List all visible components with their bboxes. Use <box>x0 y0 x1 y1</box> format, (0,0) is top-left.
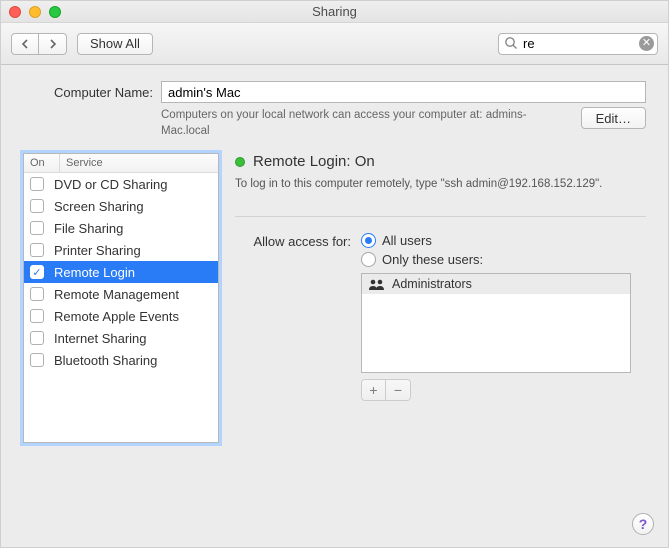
status-indicator-icon <box>235 157 245 167</box>
service-label: Remote Management <box>54 287 179 302</box>
radio-only-users[interactable]: Only these users: <box>361 252 483 267</box>
column-header-on: On <box>24 154 60 172</box>
list-item[interactable]: Administrators <box>362 274 630 294</box>
clear-search-button[interactable]: ✕ <box>639 36 654 51</box>
service-label: Printer Sharing <box>54 243 141 258</box>
computer-name-label: Computer Name: <box>23 85 153 100</box>
service-label: Bluetooth Sharing <box>54 353 157 368</box>
service-checkbox[interactable] <box>30 243 44 257</box>
service-checkbox[interactable] <box>30 331 44 345</box>
show-all-button[interactable]: Show All <box>77 33 153 55</box>
service-checkbox[interactable] <box>30 287 44 301</box>
search-input[interactable] <box>498 33 658 55</box>
status-instruction: To log in to this computer remotely, typ… <box>235 178 646 190</box>
remove-user-button[interactable]: − <box>386 380 410 400</box>
search-icon <box>504 36 518 53</box>
service-row[interactable]: Bluetooth Sharing <box>24 349 218 371</box>
divider <box>235 216 646 217</box>
service-checkbox[interactable]: ✓ <box>30 265 44 279</box>
service-checkbox[interactable] <box>30 199 44 213</box>
users-icon <box>368 278 386 290</box>
back-button[interactable] <box>11 33 39 55</box>
radio-icon <box>361 252 376 267</box>
service-label: DVD or CD Sharing <box>54 177 167 192</box>
help-button[interactable]: ? <box>632 513 654 535</box>
service-row[interactable]: Internet Sharing <box>24 327 218 349</box>
chevron-left-icon <box>21 39 29 49</box>
user-list[interactable]: Administrators <box>361 273 631 373</box>
service-checkbox[interactable] <box>30 353 44 367</box>
service-row[interactable]: File Sharing <box>24 217 218 239</box>
service-row[interactable]: DVD or CD Sharing <box>24 173 218 195</box>
computer-name-input[interactable] <box>161 81 646 103</box>
service-checkbox[interactable] <box>30 177 44 191</box>
toolbar: Show All ✕ <box>1 23 668 65</box>
radio-label: All users <box>382 233 432 248</box>
add-user-button[interactable]: + <box>362 380 386 400</box>
service-row[interactable]: ✓ Remote Login <box>24 261 218 283</box>
host-description: Computers on your local network can acce… <box>161 107 581 139</box>
status-title: Remote Login: On <box>253 153 375 170</box>
services-list: On Service DVD or CD Sharing Screen Shari… <box>23 153 219 443</box>
access-label: Allow access for: <box>235 233 351 267</box>
chevron-right-icon <box>49 39 57 49</box>
service-row[interactable]: Remote Management <box>24 283 218 305</box>
column-header-service: Service <box>60 154 218 172</box>
titlebar: Sharing <box>1 1 668 23</box>
service-label: Screen Sharing <box>54 199 144 214</box>
service-label: Remote Apple Events <box>54 309 179 324</box>
radio-icon <box>361 233 376 248</box>
service-checkbox[interactable] <box>30 221 44 235</box>
radio-label: Only these users: <box>382 252 483 267</box>
radio-all-users[interactable]: All users <box>361 233 483 248</box>
service-checkbox[interactable] <box>30 309 44 323</box>
service-row[interactable]: Remote Apple Events <box>24 305 218 327</box>
service-label: Remote Login <box>54 265 135 280</box>
window-title: Sharing <box>1 4 668 19</box>
service-label: Internet Sharing <box>54 331 147 346</box>
service-label: File Sharing <box>54 221 123 236</box>
edit-button[interactable]: Edit… <box>581 107 646 129</box>
service-row[interactable]: Printer Sharing <box>24 239 218 261</box>
forward-button[interactable] <box>39 33 67 55</box>
user-label: Administrators <box>392 277 472 291</box>
service-row[interactable]: Screen Sharing <box>24 195 218 217</box>
